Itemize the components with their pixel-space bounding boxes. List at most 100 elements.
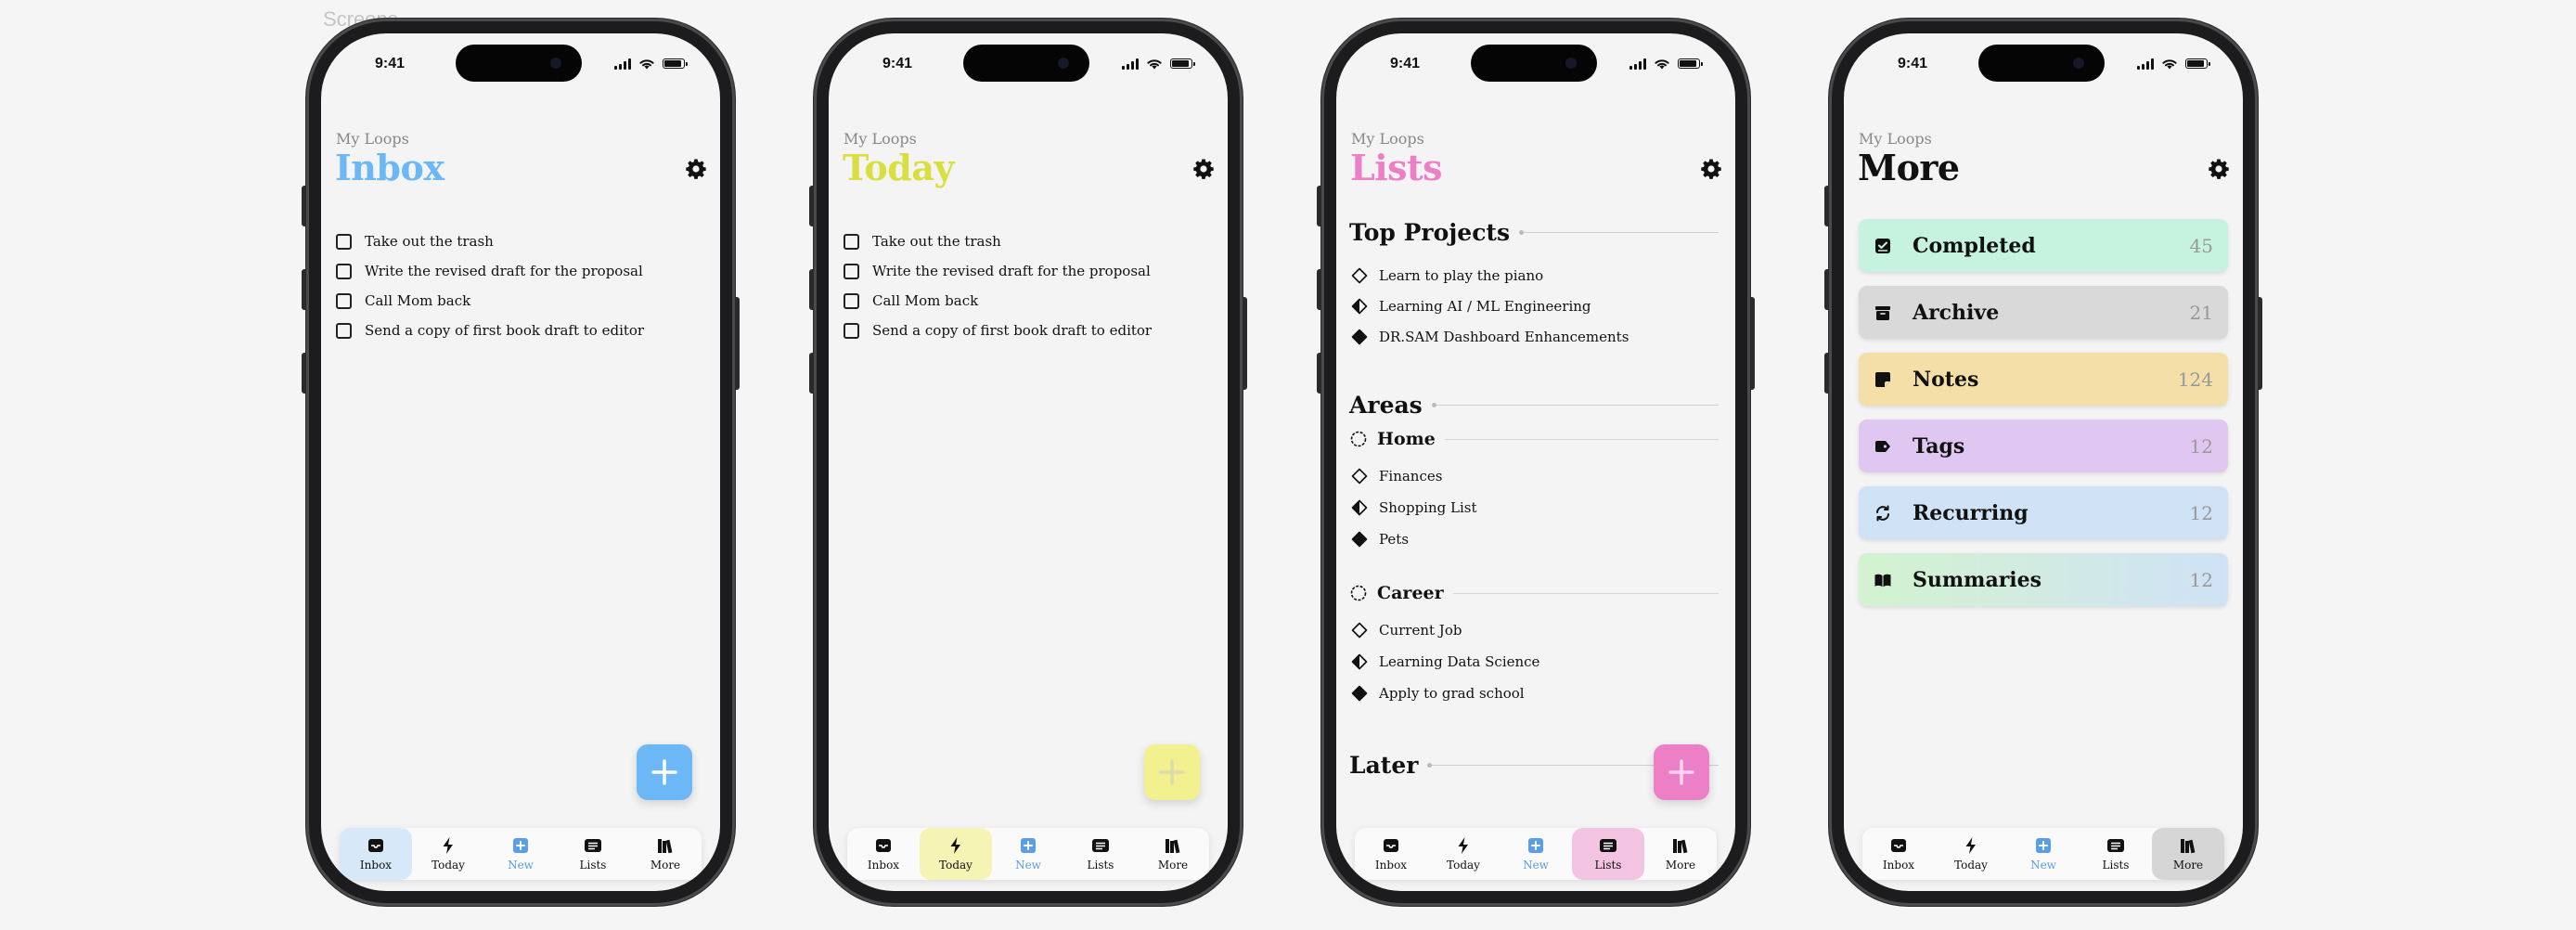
task-item[interactable]: Take out the trash — [844, 226, 1215, 256]
status-icons — [2137, 58, 2210, 70]
tab-today[interactable]: Today — [1935, 828, 2007, 880]
section-divider — [1519, 230, 1719, 235]
tab-label: New — [1523, 859, 1549, 872]
menu-item-recurring[interactable]: Recurring 12 — [1859, 486, 2228, 539]
eyebrow-label: My Loops — [336, 130, 409, 148]
area-circle-icon — [1350, 431, 1367, 447]
books-icon — [2181, 839, 2196, 854]
tab-new[interactable]: New — [484, 828, 557, 880]
tab-label: Inbox — [359, 859, 393, 872]
menu-count: 12 — [2189, 434, 2213, 458]
gear-icon[interactable] — [2208, 158, 2230, 180]
area-home[interactable]: Home — [1349, 429, 1719, 449]
menu-item-archive[interactable]: Archive 21 — [1859, 286, 2228, 339]
task-label: Write the revised draft for the proposal — [365, 263, 643, 279]
menu-item-tags[interactable]: Tags 12 — [1859, 420, 2228, 472]
task-item[interactable]: Call Mom back — [336, 286, 707, 316]
section-title: Areas — [1349, 392, 1423, 419]
menu-item-completed[interactable]: Completed 45 — [1859, 219, 2228, 272]
tab-inbox[interactable]: Inbox — [847, 828, 920, 880]
project-item[interactable]: Current Job — [1351, 622, 1462, 639]
task-item[interactable]: Write the revised draft for the proposal — [844, 256, 1215, 286]
project-item[interactable]: Apply to grad school — [1351, 685, 1525, 702]
list-icon — [585, 839, 601, 852]
area-career[interactable]: Career — [1349, 583, 1719, 603]
gear-icon[interactable] — [685, 158, 707, 180]
menu-item-summaries[interactable]: Summaries 12 — [1859, 553, 2228, 606]
plus-square-icon — [1528, 838, 1543, 853]
tab-today[interactable]: Today — [920, 828, 992, 880]
tab-lists[interactable]: Lists — [1064, 828, 1137, 880]
tab-new[interactable]: New — [992, 828, 1064, 880]
project-item[interactable]: Shopping List — [1351, 499, 1476, 516]
tab-inbox[interactable]: Inbox — [340, 828, 412, 880]
project-label: Apply to grad school — [1379, 685, 1525, 702]
diamond-full-icon — [1351, 685, 1368, 702]
battery-icon — [2185, 58, 2210, 69]
plus-icon — [651, 759, 677, 785]
screen-today: 9:41 My Loops Today Take out the trash W… — [829, 33, 1228, 891]
diamond-empty-icon — [1351, 267, 1368, 284]
cellular-signal-icon — [614, 58, 631, 70]
task-label: Take out the trash — [872, 233, 1001, 250]
task-checkbox[interactable] — [336, 233, 352, 250]
project-item[interactable]: DR.SAM Dashboard Enhancements — [1351, 329, 1629, 345]
task-checkbox[interactable] — [336, 263, 352, 279]
task-checkbox[interactable] — [844, 263, 859, 279]
task-checkbox[interactable] — [844, 233, 859, 250]
project-label: Learning Data Science — [1379, 653, 1540, 670]
tab-more[interactable]: More — [1137, 828, 1209, 880]
tab-more[interactable]: More — [1644, 828, 1717, 880]
section-title: Later — [1349, 752, 1419, 779]
menu-item-notes[interactable]: Notes 124 — [1859, 353, 2228, 406]
list-icon — [1092, 839, 1109, 852]
tab-new[interactable]: New — [2007, 828, 2080, 880]
tab-lists[interactable]: Lists — [557, 828, 629, 880]
task-checkbox[interactable] — [844, 322, 859, 339]
tab-new[interactable]: New — [1500, 828, 1572, 880]
add-task-button[interactable] — [637, 744, 692, 800]
task-item[interactable]: Send a copy of first book draft to edito… — [336, 316, 707, 345]
tab-today[interactable]: Today — [412, 828, 484, 880]
project-label: Learning AI / ML Engineering — [1379, 298, 1591, 315]
tag-icon — [1875, 440, 1890, 452]
task-checkbox[interactable] — [844, 292, 859, 309]
project-item[interactable]: Learn to play the piano — [1351, 267, 1543, 284]
task-label: Take out the trash — [365, 233, 494, 250]
tab-today[interactable]: Today — [1427, 828, 1500, 880]
tab-label: New — [508, 859, 534, 872]
project-item[interactable]: Learning AI / ML Engineering — [1351, 298, 1591, 315]
page-title: Today — [843, 147, 955, 188]
plus-icon — [1159, 759, 1185, 785]
tab-lists[interactable]: Lists — [2080, 828, 2152, 880]
gear-icon[interactable] — [1700, 158, 1722, 180]
inbox-tray-icon — [1891, 839, 1906, 852]
project-item[interactable]: Finances — [1351, 468, 1442, 484]
add-task-button[interactable] — [1144, 744, 1200, 800]
phone-inbox: 9:41 My Loops Inbox Take out the trash W… — [302, 19, 740, 906]
tab-label: Today — [1447, 859, 1480, 872]
project-item[interactable]: Learning Data Science — [1351, 653, 1539, 670]
add-list-button[interactable] — [1654, 744, 1709, 800]
status-time: 9:41 — [375, 56, 406, 71]
tab-label: Inbox — [1882, 859, 1915, 872]
tab-inbox[interactable]: Inbox — [1355, 828, 1427, 880]
check-square-icon — [1875, 238, 1890, 253]
task-checkbox[interactable] — [336, 292, 352, 309]
project-item[interactable]: Pets — [1351, 531, 1409, 548]
task-item[interactable]: Call Mom back — [844, 286, 1215, 316]
tab-more[interactable]: More — [629, 828, 702, 880]
task-item[interactable]: Take out the trash — [336, 226, 707, 256]
diamond-half-icon — [1351, 298, 1368, 315]
tab-lists[interactable]: Lists — [1572, 828, 1644, 880]
dynamic-island — [1471, 45, 1597, 82]
tab-inbox[interactable]: Inbox — [1862, 828, 1935, 880]
cellular-signal-icon — [2137, 58, 2154, 70]
bolt-icon — [1458, 837, 1468, 854]
tab-more[interactable]: More — [2152, 828, 2224, 880]
task-item[interactable]: Write the revised draft for the proposal — [336, 256, 707, 286]
wifi-icon — [2162, 59, 2177, 70]
task-item[interactable]: Send a copy of first book draft to edito… — [844, 316, 1215, 345]
task-checkbox[interactable] — [336, 322, 352, 339]
gear-icon[interactable] — [1192, 158, 1215, 180]
